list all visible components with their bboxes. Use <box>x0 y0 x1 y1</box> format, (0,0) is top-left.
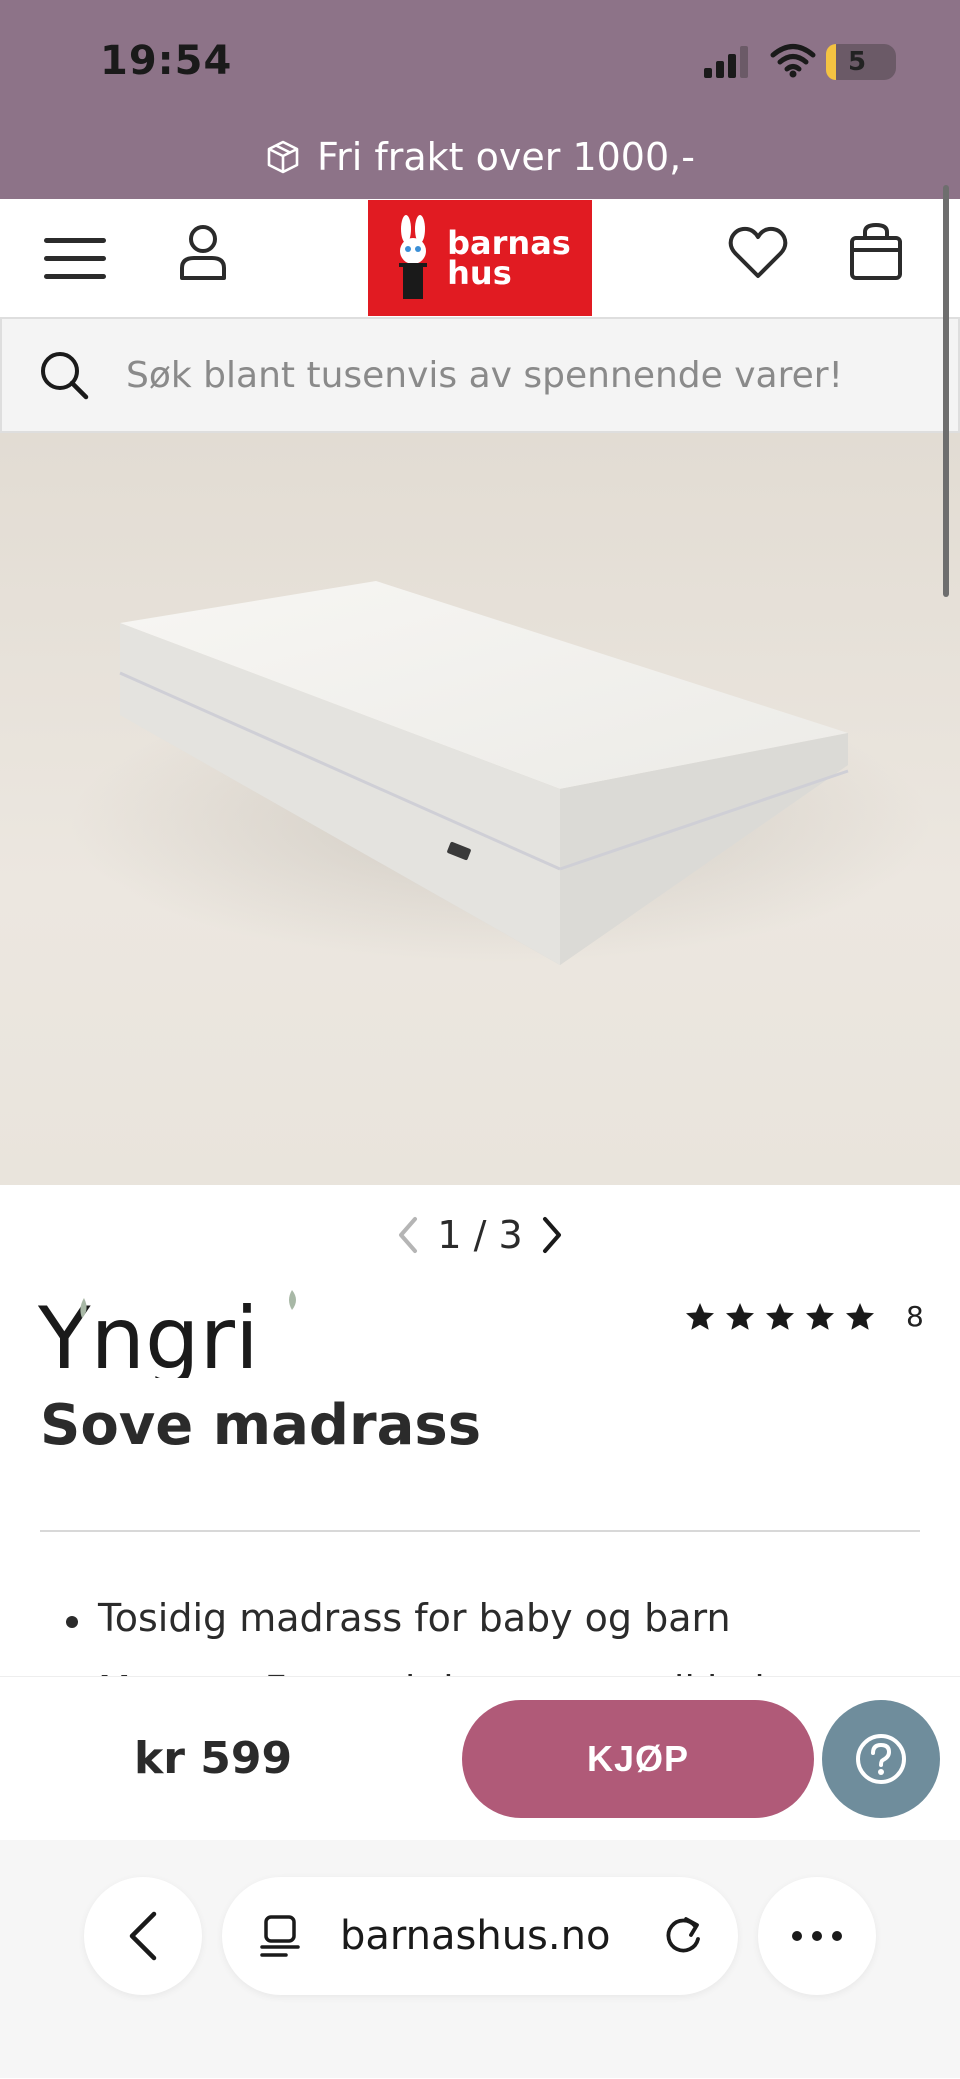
cube-icon <box>267 140 299 174</box>
brand-logo[interactable]: Yngri <box>38 1288 318 1378</box>
product-image[interactable] <box>0 433 960 1185</box>
more-button[interactable] <box>758 1877 876 1995</box>
star-icon <box>806 1302 834 1330</box>
rating-stars <box>684 1301 876 1333</box>
battery-level: 5 <box>847 47 867 77</box>
url-text: barnashus.no <box>340 1913 611 1959</box>
address-bar[interactable]: barnashus.no <box>222 1877 738 1995</box>
rating-count: 8 <box>906 1300 924 1333</box>
gallery-pager: 1 / 3 <box>380 1210 580 1260</box>
buy-button[interactable]: KJØP <box>462 1700 814 1818</box>
reload-icon[interactable] <box>662 1914 704 1958</box>
search-input[interactable] <box>124 353 948 397</box>
star-icon <box>726 1302 754 1330</box>
bag-icon[interactable] <box>848 222 904 282</box>
help-button[interactable] <box>822 1700 940 1818</box>
menu-icon[interactable] <box>44 236 108 282</box>
bunny-icon <box>399 215 428 299</box>
battery-indicator: 5 <box>826 44 896 80</box>
search-bar <box>0 317 960 433</box>
promo-text: Fri frakt over 1000,- <box>317 135 695 179</box>
product-title: Sove madrass <box>40 1393 482 1458</box>
signal-icon <box>704 46 748 78</box>
star-icon <box>766 1302 794 1330</box>
mattress-image <box>70 581 930 965</box>
brand-name: Yngri <box>38 1289 259 1378</box>
promo-banner: Fri frakt over 1000,- <box>0 132 960 182</box>
user-icon[interactable] <box>178 222 228 282</box>
chevron-left-icon[interactable] <box>397 1216 419 1254</box>
product-price: kr 599 <box>134 1733 293 1784</box>
more-icon <box>792 1931 842 1941</box>
feature-item: Tosidig madrass for baby og barn <box>65 1596 801 1640</box>
logo-line2: hus <box>447 254 512 292</box>
rating[interactable]: 8 <box>684 1300 924 1333</box>
chevron-right-icon[interactable] <box>541 1216 563 1254</box>
logo[interactable]: barnas hus <box>368 200 592 316</box>
search-icon[interactable] <box>38 349 90 401</box>
back-icon <box>129 1911 157 1961</box>
help-icon <box>856 1734 906 1784</box>
status-time: 19:54 <box>100 38 233 84</box>
tabs-icon[interactable] <box>260 1914 300 1958</box>
star-icon <box>846 1302 874 1330</box>
pager-text: 1 / 3 <box>437 1213 523 1257</box>
wifi-icon <box>770 44 816 78</box>
back-button[interactable] <box>84 1877 202 1995</box>
page-scrollbar[interactable] <box>943 185 949 597</box>
divider <box>40 1530 920 1532</box>
star-icon <box>686 1302 714 1330</box>
heart-icon[interactable] <box>728 226 788 280</box>
